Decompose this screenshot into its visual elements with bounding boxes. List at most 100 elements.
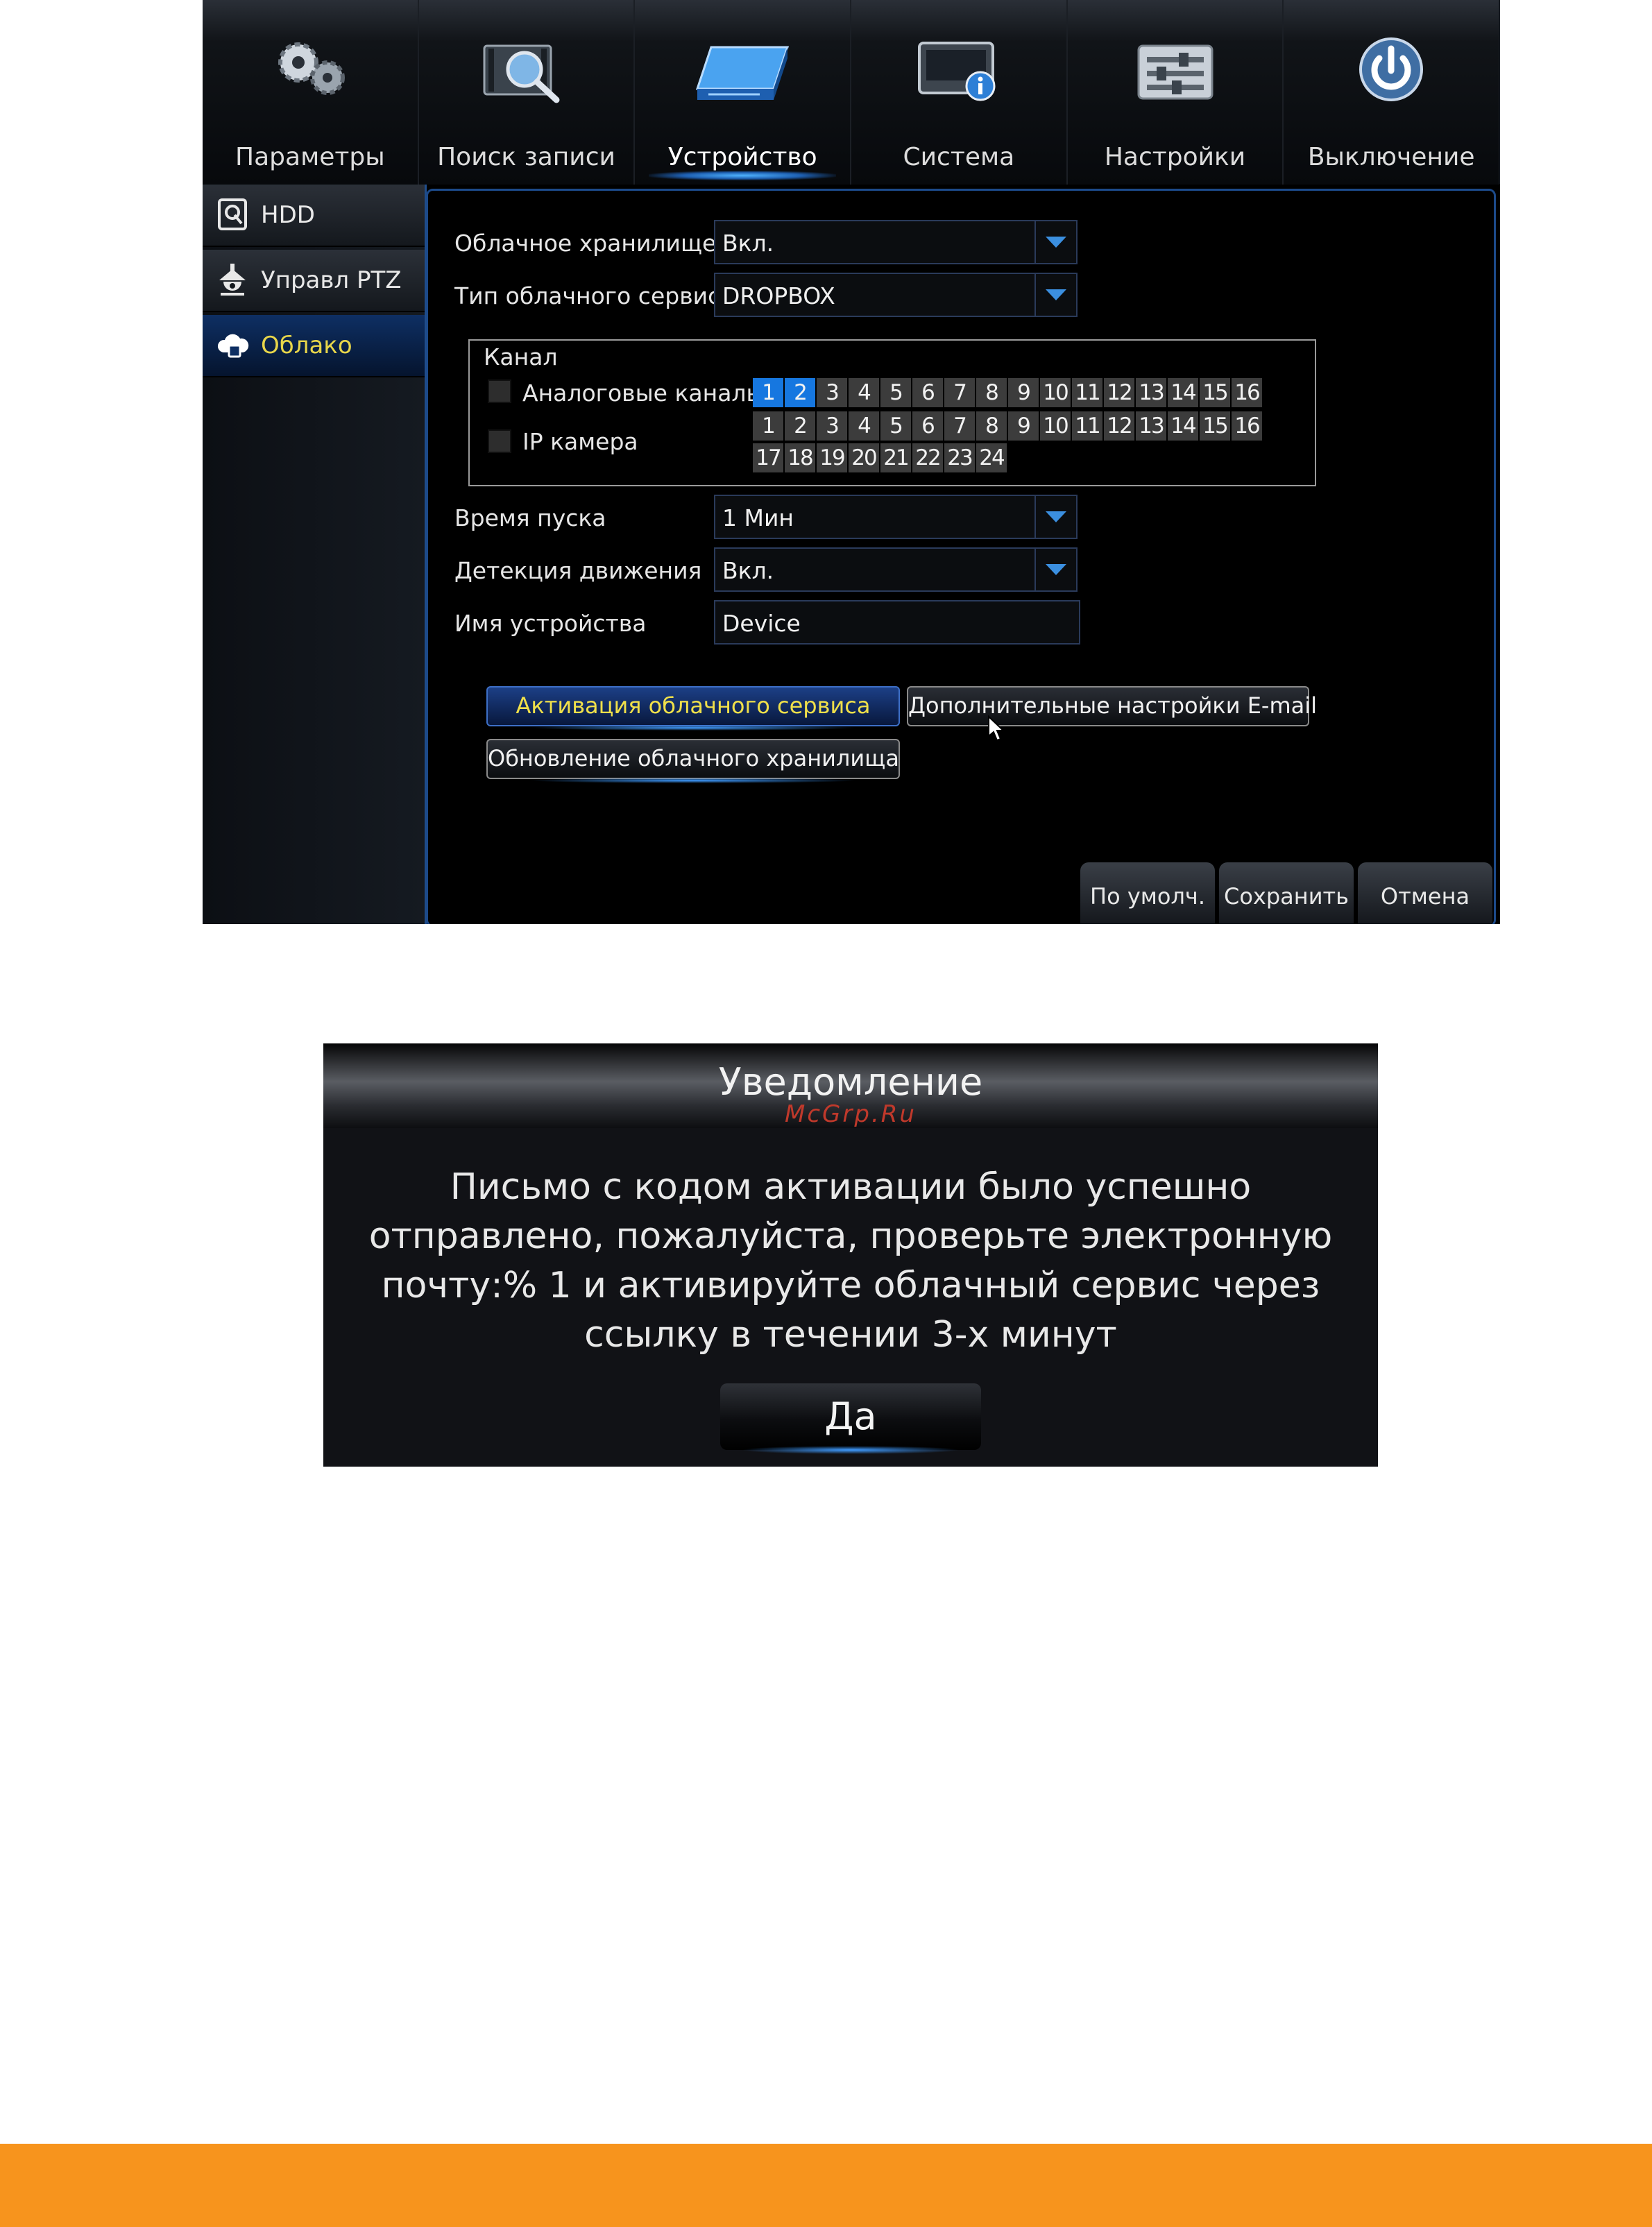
sidebar: HDD Управл PTZ Облако <box>203 185 427 924</box>
device-name-label: Имя устройства <box>454 610 647 637</box>
analog-channel-15[interactable]: 15 <box>1200 378 1230 407</box>
analog-channel-2[interactable]: 2 <box>785 378 815 407</box>
analog-channel-13[interactable]: 13 <box>1136 378 1166 407</box>
power-icon <box>1359 37 1424 101</box>
ip-channel-22[interactable]: 22 <box>912 443 943 472</box>
device-name-input[interactable]: Device <box>714 600 1080 645</box>
chevron-down-icon[interactable] <box>1034 549 1076 590</box>
update-cloud-label: Обновление облачного хранилища <box>488 745 899 771</box>
analog-channel-row: 1 2 3 4 5 6 7 8 9 10 11 12 13 14 15 16 <box>753 378 1263 407</box>
analog-channel-8[interactable]: 8 <box>976 378 1007 407</box>
activate-cloud-button[interactable]: Активация облачного сервиса <box>486 686 900 731</box>
ok-button[interactable]: Да <box>720 1383 981 1454</box>
analog-channel-11[interactable]: 11 <box>1072 378 1102 407</box>
ip-channel-19[interactable]: 19 <box>817 443 847 472</box>
tab-device[interactable]: Устройство <box>635 0 852 185</box>
analog-channel-3[interactable]: 3 <box>817 378 847 407</box>
cancel-button[interactable]: Отмена <box>1358 862 1492 924</box>
sliders-icon <box>1137 44 1214 100</box>
analog-channel-14[interactable]: 14 <box>1168 378 1198 407</box>
email-settings-button[interactable]: Дополнительные настройки E-mail <box>907 686 1317 726</box>
analog-channels-label: Аналоговые каналы <box>522 379 765 407</box>
ip-channel-4[interactable]: 4 <box>849 411 879 441</box>
activate-cloud-label: Активация облачного сервиса <box>516 692 871 719</box>
ip-channel-24[interactable]: 24 <box>976 443 1007 472</box>
update-cloud-button[interactable]: Обновление облачного хранилища <box>486 739 900 783</box>
top-menu-bar: Параметры Поиск записи Устройство Систем… <box>203 0 1500 185</box>
tab-parameters[interactable]: Параметры <box>203 0 419 185</box>
ip-channel-15[interactable]: 15 <box>1200 411 1230 441</box>
chevron-down-icon[interactable] <box>1034 496 1076 538</box>
tab-label: Выключение <box>1307 143 1475 171</box>
start-time-label: Время пуска <box>454 504 606 531</box>
sidebar-item-hdd[interactable]: HDD <box>203 185 425 247</box>
ip-channel-14[interactable]: 14 <box>1168 411 1198 441</box>
analog-channels-checkbox[interactable] <box>488 379 511 403</box>
ip-camera-checkbox[interactable] <box>488 429 511 453</box>
ip-channel-10[interactable]: 10 <box>1040 411 1071 441</box>
analog-channel-10[interactable]: 10 <box>1040 378 1071 407</box>
analog-channel-12[interactable]: 12 <box>1104 378 1134 407</box>
ip-channel-11[interactable]: 11 <box>1072 411 1102 441</box>
ip-channel-23[interactable]: 23 <box>944 443 975 472</box>
sidebar-item-label: HDD <box>261 201 315 229</box>
button-glow <box>529 725 858 731</box>
active-tab-glow <box>649 171 837 180</box>
ip-channel-3[interactable]: 3 <box>817 411 847 441</box>
selected-value: Вкл. <box>722 557 774 584</box>
analog-channel-4[interactable]: 4 <box>849 378 879 407</box>
analog-channel-5[interactable]: 5 <box>880 378 911 407</box>
email-settings-label: Дополнительные настройки E-mail <box>908 692 1318 719</box>
cloud-service-type-select[interactable]: DROPBOX <box>714 273 1078 317</box>
analog-channel-7[interactable]: 7 <box>944 378 975 407</box>
chevron-down-icon[interactable] <box>1034 274 1076 316</box>
sidebar-item-ptz[interactable]: Управл PTZ <box>203 250 425 312</box>
ip-channel-16[interactable]: 16 <box>1232 411 1262 441</box>
cloud-icon <box>217 334 249 358</box>
cancel-label: Отмена <box>1380 883 1470 910</box>
tab-label: Поиск записи <box>437 143 615 171</box>
analog-channel-16[interactable]: 16 <box>1232 378 1262 407</box>
dialog-message: Письмо с кодом активации было успешно от… <box>368 1166 1333 1356</box>
analog-channel-6[interactable]: 6 <box>912 378 943 407</box>
ip-channel-6[interactable]: 6 <box>912 411 943 441</box>
ip-channel-13[interactable]: 13 <box>1136 411 1166 441</box>
ip-channel-9[interactable]: 9 <box>1008 411 1039 441</box>
chevron-down-icon[interactable] <box>1034 221 1076 263</box>
ip-channel-5[interactable]: 5 <box>880 411 911 441</box>
ip-channel-7[interactable]: 7 <box>944 411 975 441</box>
save-button[interactable]: Сохранить <box>1219 862 1354 924</box>
cloud-storage-select[interactable]: Вкл. <box>714 220 1078 264</box>
analog-channel-1[interactable]: 1 <box>753 378 783 407</box>
default-button[interactable]: По умолч. <box>1080 862 1215 924</box>
monitor-info-icon <box>917 42 996 101</box>
tab-system[interactable]: Система <box>851 0 1068 185</box>
tab-settings[interactable]: Настройки <box>1068 0 1284 185</box>
film-search-icon <box>483 44 559 103</box>
motion-detection-select[interactable]: Вкл. <box>714 547 1078 592</box>
channel-legend: Канал <box>484 343 558 370</box>
tab-record-search[interactable]: Поиск записи <box>419 0 636 185</box>
cloud-storage-label: Облачное хранилище <box>454 230 717 257</box>
sidebar-item-cloud[interactable]: Облако <box>203 315 425 377</box>
ip-channel-17[interactable]: 17 <box>753 443 783 472</box>
ip-channel-2[interactable]: 2 <box>785 411 815 441</box>
hdd-device-icon <box>696 46 790 100</box>
default-label: По умолч. <box>1090 883 1205 910</box>
start-time-select[interactable]: 1 Мин <box>714 495 1078 539</box>
dialog-title-bar: Уведомление McGrp.Ru <box>323 1043 1378 1128</box>
notification-dialog: Уведомление McGrp.Ru Письмо с кодом акти… <box>323 1043 1378 1467</box>
analog-channel-9[interactable]: 9 <box>1008 378 1039 407</box>
ip-channel-21[interactable]: 21 <box>880 443 911 472</box>
ip-channel-row-2: 17 18 19 20 21 22 23 24 <box>753 443 1008 472</box>
tab-shutdown[interactable]: Выключение <box>1284 0 1500 185</box>
channel-group: Канал Аналоговые каналы IP камера 123456… <box>468 339 1316 486</box>
dialog-title: Уведомление <box>718 1060 983 1104</box>
ip-channel-18[interactable]: 18 <box>785 443 815 472</box>
ip-channel-12[interactable]: 12 <box>1104 411 1134 441</box>
mouse-cursor-icon <box>988 715 1005 742</box>
ip-channel-20[interactable]: 20 <box>849 443 879 472</box>
ip-channel-row-1: 1 2 3 4 5 6 7 8 9 10 11 12 13 14 15 16 <box>753 411 1263 441</box>
ip-channel-8[interactable]: 8 <box>976 411 1007 441</box>
ip-channel-1[interactable]: 1 <box>753 411 783 441</box>
